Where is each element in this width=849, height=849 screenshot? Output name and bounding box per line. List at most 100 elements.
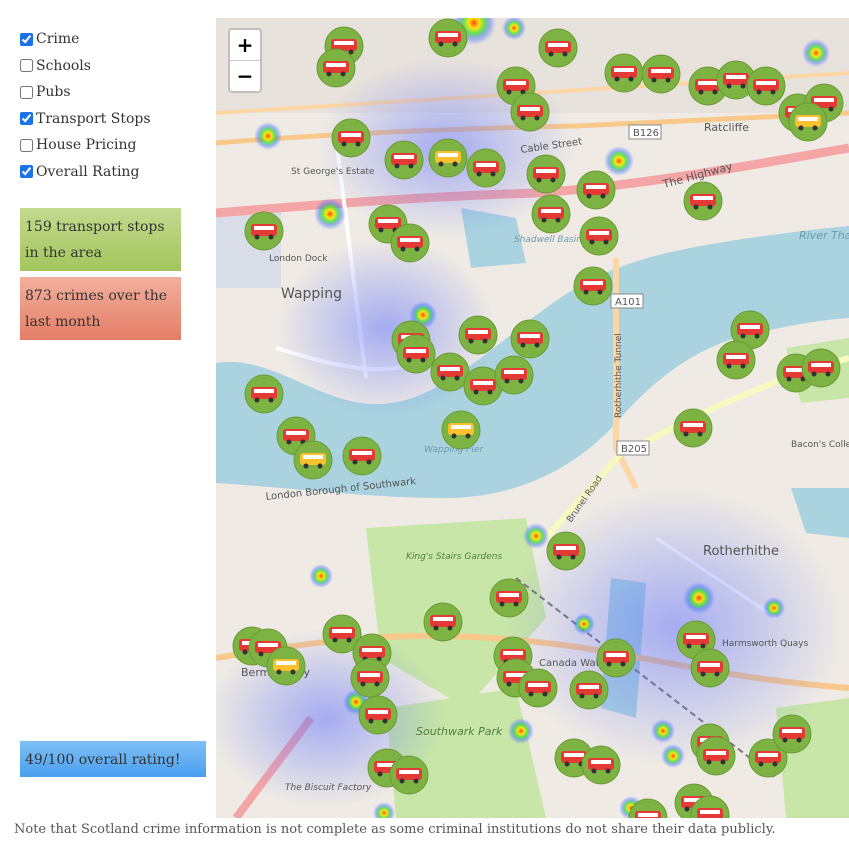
biscuit-factory-label: The Biscuit Factory [285,783,372,793]
train-stop-marker[interactable] [788,102,828,142]
schools-label: Schools [36,57,91,74]
train-stop-marker[interactable] [266,646,306,686]
a101-label: A101 [615,297,641,308]
train-stop-marker[interactable] [428,138,468,178]
bus-stop-marker[interactable] [801,348,841,388]
crime-hotspot [683,582,715,614]
bus-stop-marker[interactable] [531,194,571,234]
bus-stop-marker[interactable] [331,118,371,158]
layer-crime[interactable]: Crime [20,26,200,53]
bus-stop-marker[interactable] [641,54,681,94]
bus-stop-marker[interactable] [423,602,463,642]
bus-stop-marker[interactable] [510,319,550,359]
b205-label: B205 [621,444,647,455]
bus-stop-marker[interactable] [716,340,756,380]
bus-stop-marker[interactable] [596,638,636,678]
map-canvas[interactable]: Wapping Rotherhithe The Highway River Th… [216,18,849,818]
map-view[interactable]: Wapping Rotherhithe The Highway River Th… [216,18,849,818]
bus-stop-marker[interactable] [604,53,644,93]
bacons-college-label: Bacon's College [791,440,849,450]
crime-hotspot [254,122,282,150]
crime-hotspot [661,744,685,768]
bus-stop-marker[interactable] [342,436,382,476]
layer-house-pricing[interactable]: House Pricing [20,132,200,159]
transport-stops-checkbox[interactable] [20,112,33,126]
bus-stop-marker[interactable] [466,148,506,188]
bus-stop-marker[interactable] [489,578,529,618]
train-stop-marker[interactable] [293,440,333,480]
ratcliffe-label: Ratcliffe [704,121,749,134]
bus-stop-marker[interactable] [358,695,398,735]
overall-rating-label: Overall Rating [36,163,140,180]
layer-overall-rating[interactable]: Overall Rating [20,159,200,186]
bus-stop-marker[interactable] [350,658,390,698]
bus-stop-marker[interactable] [430,352,470,392]
bus-icon [697,808,723,818]
crime-hotspot [651,719,675,743]
bus-stop-marker[interactable] [244,374,284,414]
bus-stop-marker[interactable] [746,66,786,106]
pubs-label: Pubs [36,84,71,101]
pubs-checkbox[interactable] [20,85,33,99]
bus-stop-marker[interactable] [389,755,429,795]
crime-hotspot [523,523,549,549]
crime-info: 873 crimes over the last month [20,277,181,340]
overall-rating-info: 49/100 overall rating! [20,741,206,777]
crime-hotspot [763,597,785,619]
southwark-park-label: Southwark Park [416,725,503,738]
bus-stop-marker[interactable] [458,315,498,355]
wapping-label: Wapping [281,286,342,302]
crime-label: Crime [36,31,80,48]
layer-pubs[interactable]: Pubs [20,79,200,106]
crime-checkbox[interactable] [20,32,33,46]
st-georges-label: St George's Estate [291,167,375,177]
bus-stop-marker[interactable] [772,714,812,754]
shadwell-basin-label: Shadwell Basin [514,235,582,245]
layer-transport-stops[interactable]: Transport Stops [20,106,200,133]
overall-rating-checkbox[interactable] [20,165,33,179]
zoom-out-button[interactable]: − [230,61,260,91]
train-stop-marker[interactable] [441,410,481,450]
bus-stop-marker[interactable] [396,334,436,374]
zoom-control: + − [228,28,262,93]
bus-stop-marker[interactable] [494,355,534,395]
bus-stop-marker[interactable] [579,216,619,256]
transport-stops-info: 159 transport stops in the area [20,208,181,271]
kings-stairs-label: King's Stairs Gardens [406,552,502,562]
crime-hotspot [314,198,346,230]
bus-stop-marker[interactable] [384,140,424,180]
bus-stop-marker[interactable] [683,181,723,221]
footnote: Note that Scotland crime information is … [14,822,776,837]
transport-stops-label: Transport Stops [36,110,151,127]
house-pricing-label: House Pricing [36,137,137,154]
crime-hotspot [604,146,634,176]
crime-hotspot [508,718,534,744]
bus-stop-marker[interactable] [696,736,736,776]
bus-stop-marker[interactable] [673,408,713,448]
bus-stop-marker[interactable] [546,531,586,571]
bus-stop-marker[interactable] [690,648,730,688]
b126-label: B126 [633,128,659,139]
bus-stop-marker[interactable] [244,211,284,251]
bus-stop-marker[interactable] [573,266,613,306]
bus-stop-marker[interactable] [538,28,578,68]
bus-stop-marker[interactable] [526,154,566,194]
crime-hotspot [309,564,333,588]
schools-checkbox[interactable] [20,59,33,73]
bus-icon [635,811,661,818]
bus-stop-marker[interactable] [428,18,468,58]
layer-toggles: Crime Schools Pubs Transport Stops House… [20,26,200,185]
river-thames-label: River Thames [799,229,849,242]
bus-stop-marker[interactable] [581,745,621,785]
bus-stop-marker[interactable] [518,668,558,708]
rotherhithe-label: Rotherhithe [703,544,779,559]
layer-schools[interactable]: Schools [20,53,200,80]
bus-stop-marker[interactable] [390,223,430,263]
london-dock-label: London Dock [269,254,328,264]
house-pricing-checkbox[interactable] [20,138,33,152]
bus-stop-marker[interactable] [316,48,356,88]
zoom-in-button[interactable]: + [230,30,260,61]
bus-stop-marker[interactable] [576,170,616,210]
bus-stop-marker[interactable] [510,92,550,132]
bus-stop-marker[interactable] [569,670,609,710]
